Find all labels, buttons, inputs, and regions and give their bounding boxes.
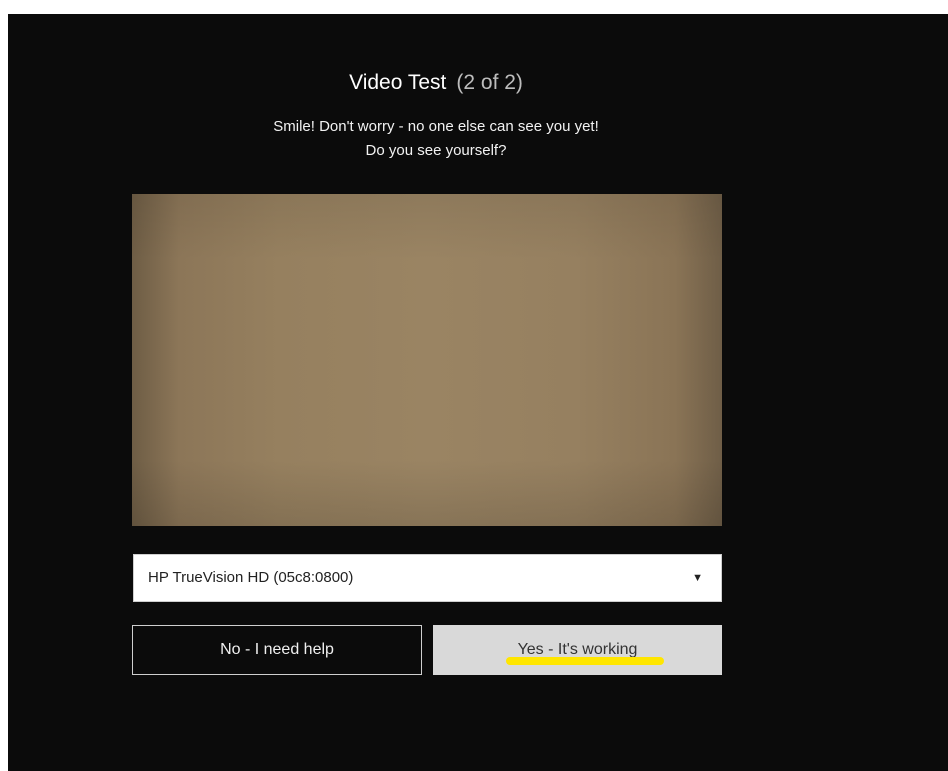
dialog-step-indicator: (2 of 2) <box>456 71 523 94</box>
yes-its-working-label: Yes - It's working <box>517 641 638 658</box>
camera-select[interactable]: HP TrueVision HD (05c8:0800) ▼ <box>133 554 722 602</box>
dialog-title-text: Video Test <box>349 71 447 94</box>
dialog-instruction-line-2: Do you see yourself? <box>365 142 507 159</box>
caret-down-icon: ▼ <box>692 572 703 584</box>
no-need-help-label: No - I need help <box>220 641 334 658</box>
video-test-dialog: Video Test (2 of 2) Smile! Don't worry - … <box>8 14 948 771</box>
no-need-help-button[interactable]: No - I need help <box>132 625 422 675</box>
dialog-title: Video Test (2 of 2) <box>8 70 864 96</box>
camera-select-value: HP TrueVision HD (05c8:0800) <box>148 569 354 586</box>
yes-its-working-button[interactable]: Yes - It's working <box>433 625 722 675</box>
camera-preview <box>132 194 722 526</box>
highlight-marker <box>506 657 664 665</box>
dialog-instruction-line-1: Smile! Don't worry - no one else can see… <box>273 118 599 135</box>
